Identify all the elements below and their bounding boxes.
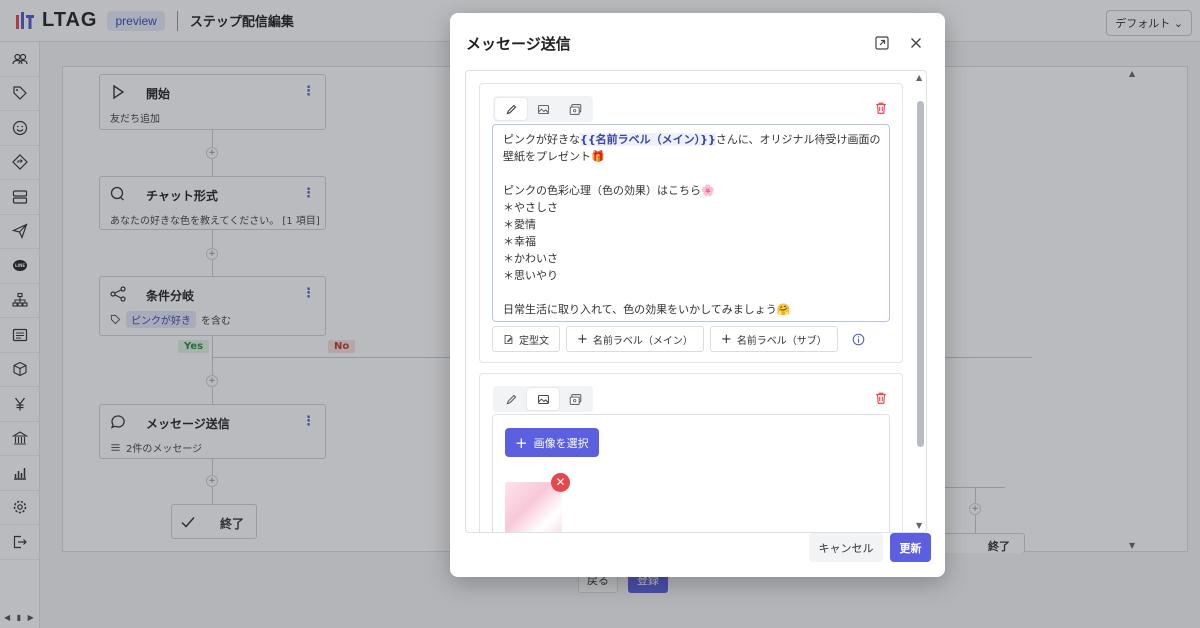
sub-label-text: 名前ラベル（サブ）: [736, 335, 827, 347]
tab-image[interactable]: [527, 98, 559, 120]
cancel-button[interactable]: キャンセル: [809, 533, 883, 562]
images-icon: [569, 393, 581, 405]
modal-title: メッセージ送信: [466, 35, 571, 53]
trash-icon[interactable]: [874, 391, 888, 405]
modal-scrollbar[interactable]: ▲ ▼: [914, 71, 926, 532]
image-upload-area: + 画像を選択 ✕: [492, 414, 890, 532]
message-type-tabs: [493, 96, 593, 122]
scroll-down-icon[interactable]: ▼: [916, 521, 922, 530]
template-label: 定型文: [519, 335, 549, 347]
message-type-tabs: [493, 386, 593, 412]
message-modal: メッセージ送信 ピンクが好きな{{名前ラベル（メイン）}}さんに、オリジナル待受…: [450, 13, 945, 577]
text-line: ＊かわいさ: [503, 252, 558, 265]
text-line: ＊やさしさ: [503, 201, 558, 214]
text-segment: さんに、オリジナル待受け画面の: [715, 133, 881, 146]
select-image-label: 画像を選択: [533, 436, 589, 450]
name-variable: {{名前ラベル（メイン）}}: [580, 133, 716, 146]
text-line: 壁紙をプレゼント🎁: [503, 150, 605, 163]
insert-buttons: 定型文 + 名前ラベル（メイン） + 名前ラベル（サブ）: [492, 326, 865, 352]
trash-icon[interactable]: [874, 101, 888, 115]
close-icon[interactable]: [908, 35, 924, 51]
modal-body[interactable]: ピンクが好きな{{名前ラベル（メイン）}}さんに、オリジナル待受け画面の 壁紙を…: [465, 70, 927, 533]
plus-icon: +: [577, 331, 588, 347]
remove-image-button[interactable]: ✕: [551, 473, 570, 492]
text-segment: ピンクが好きな: [503, 133, 580, 146]
text-line: ＊思いやり: [503, 269, 558, 282]
text-line: ピンクの色彩心理（色の効果）はこちら🌸: [503, 184, 715, 197]
image-message-card: + 画像を選択 ✕: [479, 373, 903, 532]
image-icon: [537, 394, 549, 404]
scroll-up-icon[interactable]: ▲: [916, 73, 922, 82]
scrollbar-thumb[interactable]: [917, 101, 924, 447]
text-message-card: ピンクが好きな{{名前ラベル（メイン）}}さんに、オリジナル待受け画面の 壁紙を…: [479, 83, 903, 363]
image-icon: [537, 104, 549, 114]
text-line: ＊愛情: [503, 218, 536, 231]
expand-icon[interactable]: [874, 35, 890, 51]
message-textarea[interactable]: ピンクが好きな{{名前ラベル（メイン）}}さんに、オリジナル待受け画面の 壁紙を…: [492, 124, 890, 322]
pencil-icon: [506, 394, 516, 404]
text-line: ＊幸福: [503, 235, 536, 248]
select-image-button[interactable]: + 画像を選択: [505, 428, 599, 457]
tab-media[interactable]: [559, 388, 591, 410]
plus-icon: +: [515, 433, 528, 452]
info-icon[interactable]: [852, 333, 865, 346]
insert-main-label-button[interactable]: + 名前ラベル（メイン）: [566, 326, 704, 352]
tab-text[interactable]: [495, 98, 527, 120]
plus-icon: +: [720, 331, 732, 347]
tab-text[interactable]: [495, 388, 527, 410]
text-line: [503, 165, 879, 182]
main-label-text: 名前ラベル（メイン）: [592, 335, 693, 347]
tab-image[interactable]: [527, 388, 559, 410]
pencil-icon: [506, 104, 516, 114]
text-line: 日常生活に取り入れて、色の効果をいかしてみましょう🤗: [503, 303, 791, 316]
text-line: ピンクが好きな{{名前ラベル（メイン）}}さんに、オリジナル待受け画面の: [503, 131, 881, 148]
text-line: [503, 284, 879, 301]
insert-sub-label-button[interactable]: + 名前ラベル（サブ）: [709, 326, 838, 352]
update-button[interactable]: 更新: [890, 533, 931, 562]
document-edit-icon: [504, 334, 513, 344]
tab-media[interactable]: [559, 98, 591, 120]
images-icon: [569, 103, 581, 115]
template-button[interactable]: 定型文: [492, 326, 560, 352]
